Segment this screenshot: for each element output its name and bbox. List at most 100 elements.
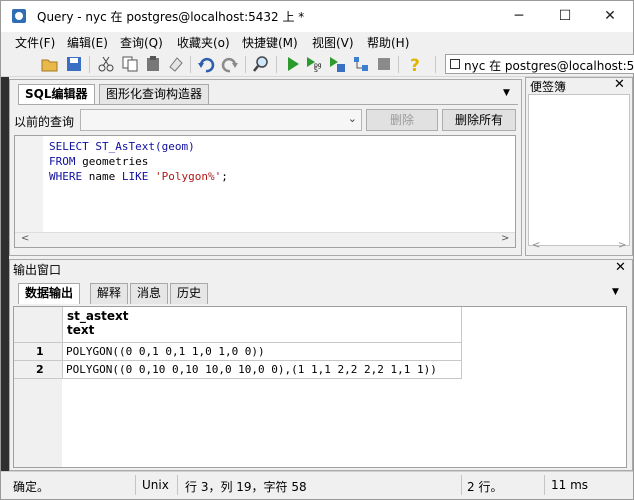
data-grid[interactable]: st_astext text 1 POLYGON((0 0,1 0,1 1,0 … bbox=[13, 306, 627, 468]
tab-history[interactable]: 历史 bbox=[170, 283, 209, 304]
tab-menu-arrow-icon[interactable]: ▼ bbox=[612, 287, 619, 297]
help-icon[interactable]: ? bbox=[406, 55, 424, 73]
column-header[interactable]: st_astext text bbox=[67, 309, 128, 337]
output-panel-title: 输出窗口 bbox=[13, 263, 62, 277]
table-row[interactable]: 1 POLYGON((0 0,1 0,1 1,0 1,0 0)) bbox=[14, 343, 462, 361]
menu-bar: 文件(F) 编辑(E) 查询(Q) 收藏夹(o) 快捷键(M) 视图(V) 帮助… bbox=[1, 32, 633, 52]
delete-button[interactable]: 删除 bbox=[366, 109, 438, 131]
scratch-pad-panel: 便签簿 ✕ < > bbox=[525, 77, 633, 256]
cell-value[interactable]: POLYGON((0 0,10 0,10 10,0 10,0 0),(1 1,1… bbox=[66, 363, 437, 376]
menu-view[interactable]: 视图(V) bbox=[312, 34, 354, 51]
code-token: LIKE bbox=[121, 170, 149, 183]
table-row[interactable]: 2 POLYGON((0 0,10 0,10 10,0 10,0 0),(1 1… bbox=[14, 361, 462, 379]
explain-icon[interactable] bbox=[352, 55, 370, 73]
toolbar-separator bbox=[89, 56, 90, 73]
menu-file[interactable]: 文件(F) bbox=[15, 34, 55, 51]
maximize-button[interactable]: ☐ bbox=[542, 1, 588, 32]
close-button[interactable]: ✕ bbox=[587, 1, 633, 32]
row-count-status: 2 行。 bbox=[467, 480, 503, 494]
find-icon[interactable] bbox=[252, 55, 270, 73]
code-line[interactable]: FROM geometries bbox=[49, 155, 148, 169]
tab-sql-editor[interactable]: SQL编辑器 bbox=[18, 84, 95, 105]
delete-all-button[interactable]: 删除所有 bbox=[442, 109, 516, 131]
scroll-right-icon[interactable]: > bbox=[618, 240, 626, 251]
scratch-pad-textarea[interactable] bbox=[528, 94, 630, 246]
close-icon[interactable]: ✕ bbox=[614, 77, 625, 92]
clear-icon[interactable] bbox=[167, 55, 185, 73]
paste-icon[interactable] bbox=[144, 55, 162, 73]
copy-icon[interactable] bbox=[121, 55, 139, 73]
minimize-button[interactable]: ─ bbox=[496, 1, 542, 32]
save-icon[interactable] bbox=[65, 55, 83, 73]
status-separator bbox=[461, 475, 462, 495]
execute-to-file-icon[interactable] bbox=[328, 55, 346, 73]
status-separator bbox=[135, 475, 136, 495]
tab-menu-arrow-icon[interactable]: ▼ bbox=[503, 88, 510, 98]
svg-text:S: S bbox=[314, 67, 318, 73]
code-token: WHERE bbox=[49, 170, 83, 183]
scroll-left-icon[interactable]: < bbox=[21, 233, 29, 244]
scroll-right-icon[interactable]: > bbox=[501, 233, 509, 244]
code-line[interactable]: WHERE name LIKE 'Polygon%'; bbox=[49, 170, 228, 184]
status-separator bbox=[544, 475, 545, 495]
menu-query[interactable]: 查询(Q) bbox=[120, 34, 163, 51]
tab-messages[interactable]: 消息 bbox=[130, 283, 169, 304]
chevron-down-icon: ⌄ bbox=[347, 112, 357, 125]
code-token: name bbox=[82, 170, 122, 183]
tab-graphical-query-builder[interactable]: 图形化查询构造器 bbox=[99, 84, 210, 105]
code-token: 'Polygon%' bbox=[155, 170, 222, 183]
execution-time-status: 11 ms bbox=[551, 478, 589, 492]
code-token: geometries bbox=[75, 155, 149, 168]
column-type: text bbox=[67, 323, 95, 337]
cursor-position-status: 行 3，列 19，字符 58 bbox=[185, 480, 307, 494]
redo-icon[interactable] bbox=[221, 55, 239, 73]
menu-help[interactable]: 帮助(H) bbox=[367, 34, 409, 51]
menu-favorites[interactable]: 收藏夹(o) bbox=[177, 34, 230, 51]
execute-pgscript-icon[interactable]: pgS bbox=[305, 55, 323, 73]
editor-gutter bbox=[15, 136, 43, 232]
svg-text:?: ? bbox=[410, 56, 420, 73]
title-bar: Query - nyc 在 postgres@localhost:5432 上 … bbox=[1, 1, 633, 32]
toolbar-separator bbox=[245, 56, 246, 73]
menu-macros[interactable]: 快捷键(M) bbox=[242, 34, 298, 51]
toolbar: pg S ? nyc 在 postgres@localhost:54 bbox=[1, 52, 634, 77]
code-line[interactable]: SELECT ST_AsText(geom) bbox=[49, 140, 195, 154]
tab-explain[interactable]: 解释 bbox=[90, 283, 129, 304]
tab-data-output[interactable]: 数据输出 bbox=[18, 283, 81, 304]
status-separator bbox=[177, 475, 178, 495]
code-token: SELECT ST_AsText(geom) bbox=[49, 140, 195, 153]
line-ending-status: Unix bbox=[142, 478, 169, 492]
output-panel: 输出窗口 ✕ 数据输出 解释 消息 历史 ▼ st_astext text 1 … bbox=[9, 259, 633, 471]
connection-label: nyc 在 postgres@localhost:54 bbox=[464, 59, 634, 73]
tab-divider bbox=[18, 104, 518, 105]
status-bar: 确定。 Unix 行 3，列 19，字符 58 2 行。 11 ms bbox=[1, 471, 633, 499]
close-icon[interactable]: ✕ bbox=[615, 260, 626, 275]
cell-value[interactable]: POLYGON((0 0,1 0,1 1,0 1,0 0)) bbox=[66, 345, 265, 358]
status-text: 确定。 bbox=[13, 480, 50, 494]
cancel-icon[interactable] bbox=[375, 55, 393, 73]
open-icon[interactable] bbox=[41, 55, 59, 73]
toolbar-separator bbox=[276, 56, 277, 73]
previous-queries-label: 以前的查询 bbox=[14, 115, 75, 129]
horizontal-scrollbar[interactable]: < > bbox=[15, 232, 515, 247]
scroll-left-icon[interactable]: < bbox=[532, 240, 540, 251]
code-token: ; bbox=[221, 170, 228, 183]
connection-checkbox[interactable] bbox=[450, 59, 460, 69]
app-icon bbox=[12, 9, 26, 23]
connection-combo[interactable]: nyc 在 postgres@localhost:54 bbox=[445, 54, 634, 74]
background-window-strip bbox=[1, 77, 9, 483]
execute-icon[interactable] bbox=[284, 55, 302, 73]
toolbar-separator bbox=[435, 56, 436, 73]
sql-editor[interactable]: SELECT ST_AsText(geom) FROM geometries WHE… bbox=[14, 135, 516, 248]
toolbar-separator bbox=[190, 56, 191, 73]
previous-queries-combo[interactable]: ⌄ bbox=[80, 109, 362, 131]
cut-icon[interactable] bbox=[97, 55, 115, 73]
query-window: Query - nyc 在 postgres@localhost:5432 上 … bbox=[0, 0, 634, 500]
menu-edit[interactable]: 编辑(E) bbox=[67, 34, 108, 51]
undo-icon[interactable] bbox=[197, 55, 215, 73]
window-title: Query - nyc 在 postgres@localhost:5432 上 … bbox=[37, 10, 305, 24]
row-number: 2 bbox=[36, 363, 44, 376]
column-name: st_astext bbox=[67, 309, 129, 323]
code-token: FROM bbox=[49, 155, 76, 168]
